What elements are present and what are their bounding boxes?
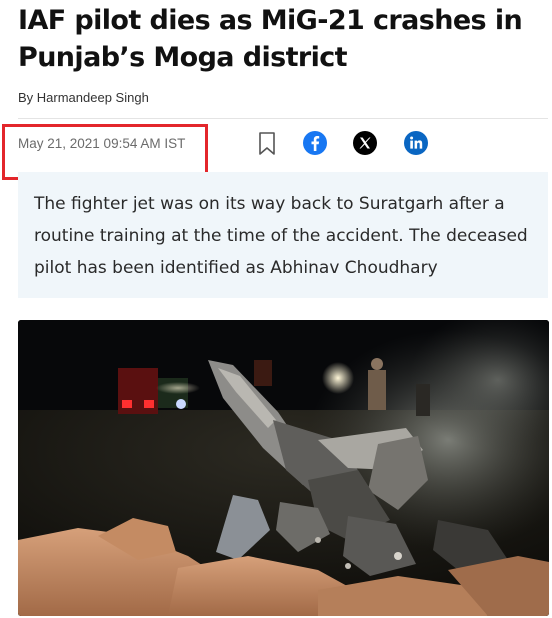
article-summary: The fighter jet was on its way back to S…	[18, 172, 548, 298]
summary-text: The fighter jet was on its way back to S…	[34, 194, 528, 278]
x-icon	[353, 131, 377, 155]
facebook-icon	[303, 131, 327, 155]
article-headline: IAF pilot dies as MiG-21 crashes in Punj…	[18, 5, 523, 73]
wreckage-image	[18, 320, 549, 616]
crash-site-photo[interactable]	[18, 320, 549, 616]
article-page: IAF pilot dies as MiG-21 crashes in Punj…	[0, 0, 552, 618]
linkedin-icon	[404, 131, 428, 155]
bookmark-icon	[259, 132, 275, 155]
divider	[18, 118, 548, 119]
linkedin-share-button[interactable]	[403, 130, 429, 156]
facebook-share-button[interactable]	[302, 130, 328, 156]
x-share-button[interactable]	[352, 130, 378, 156]
article-byline[interactable]: By Harmandeep Singh	[18, 90, 149, 105]
bookmark-button[interactable]	[254, 130, 280, 156]
